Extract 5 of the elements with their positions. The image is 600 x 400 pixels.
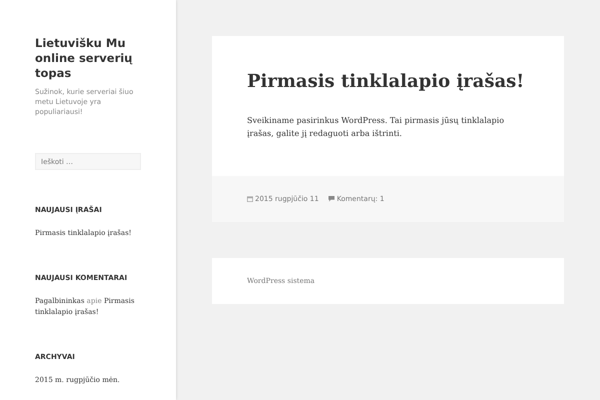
calendar-icon <box>247 196 253 202</box>
speech-bubble-icon <box>328 196 335 202</box>
site-title[interactable]: Lietuvišku Mu online serverių topas <box>35 36 141 81</box>
post-title[interactable]: Pirmasis tinklalapio įrašas! <box>247 70 524 94</box>
post-body: Sveikiname pasirinkus WordPress. Tai pirmasis jūsų tinklalapio įrašas, galite jį redaguoti arba ištrinti. <box>247 115 506 140</box>
